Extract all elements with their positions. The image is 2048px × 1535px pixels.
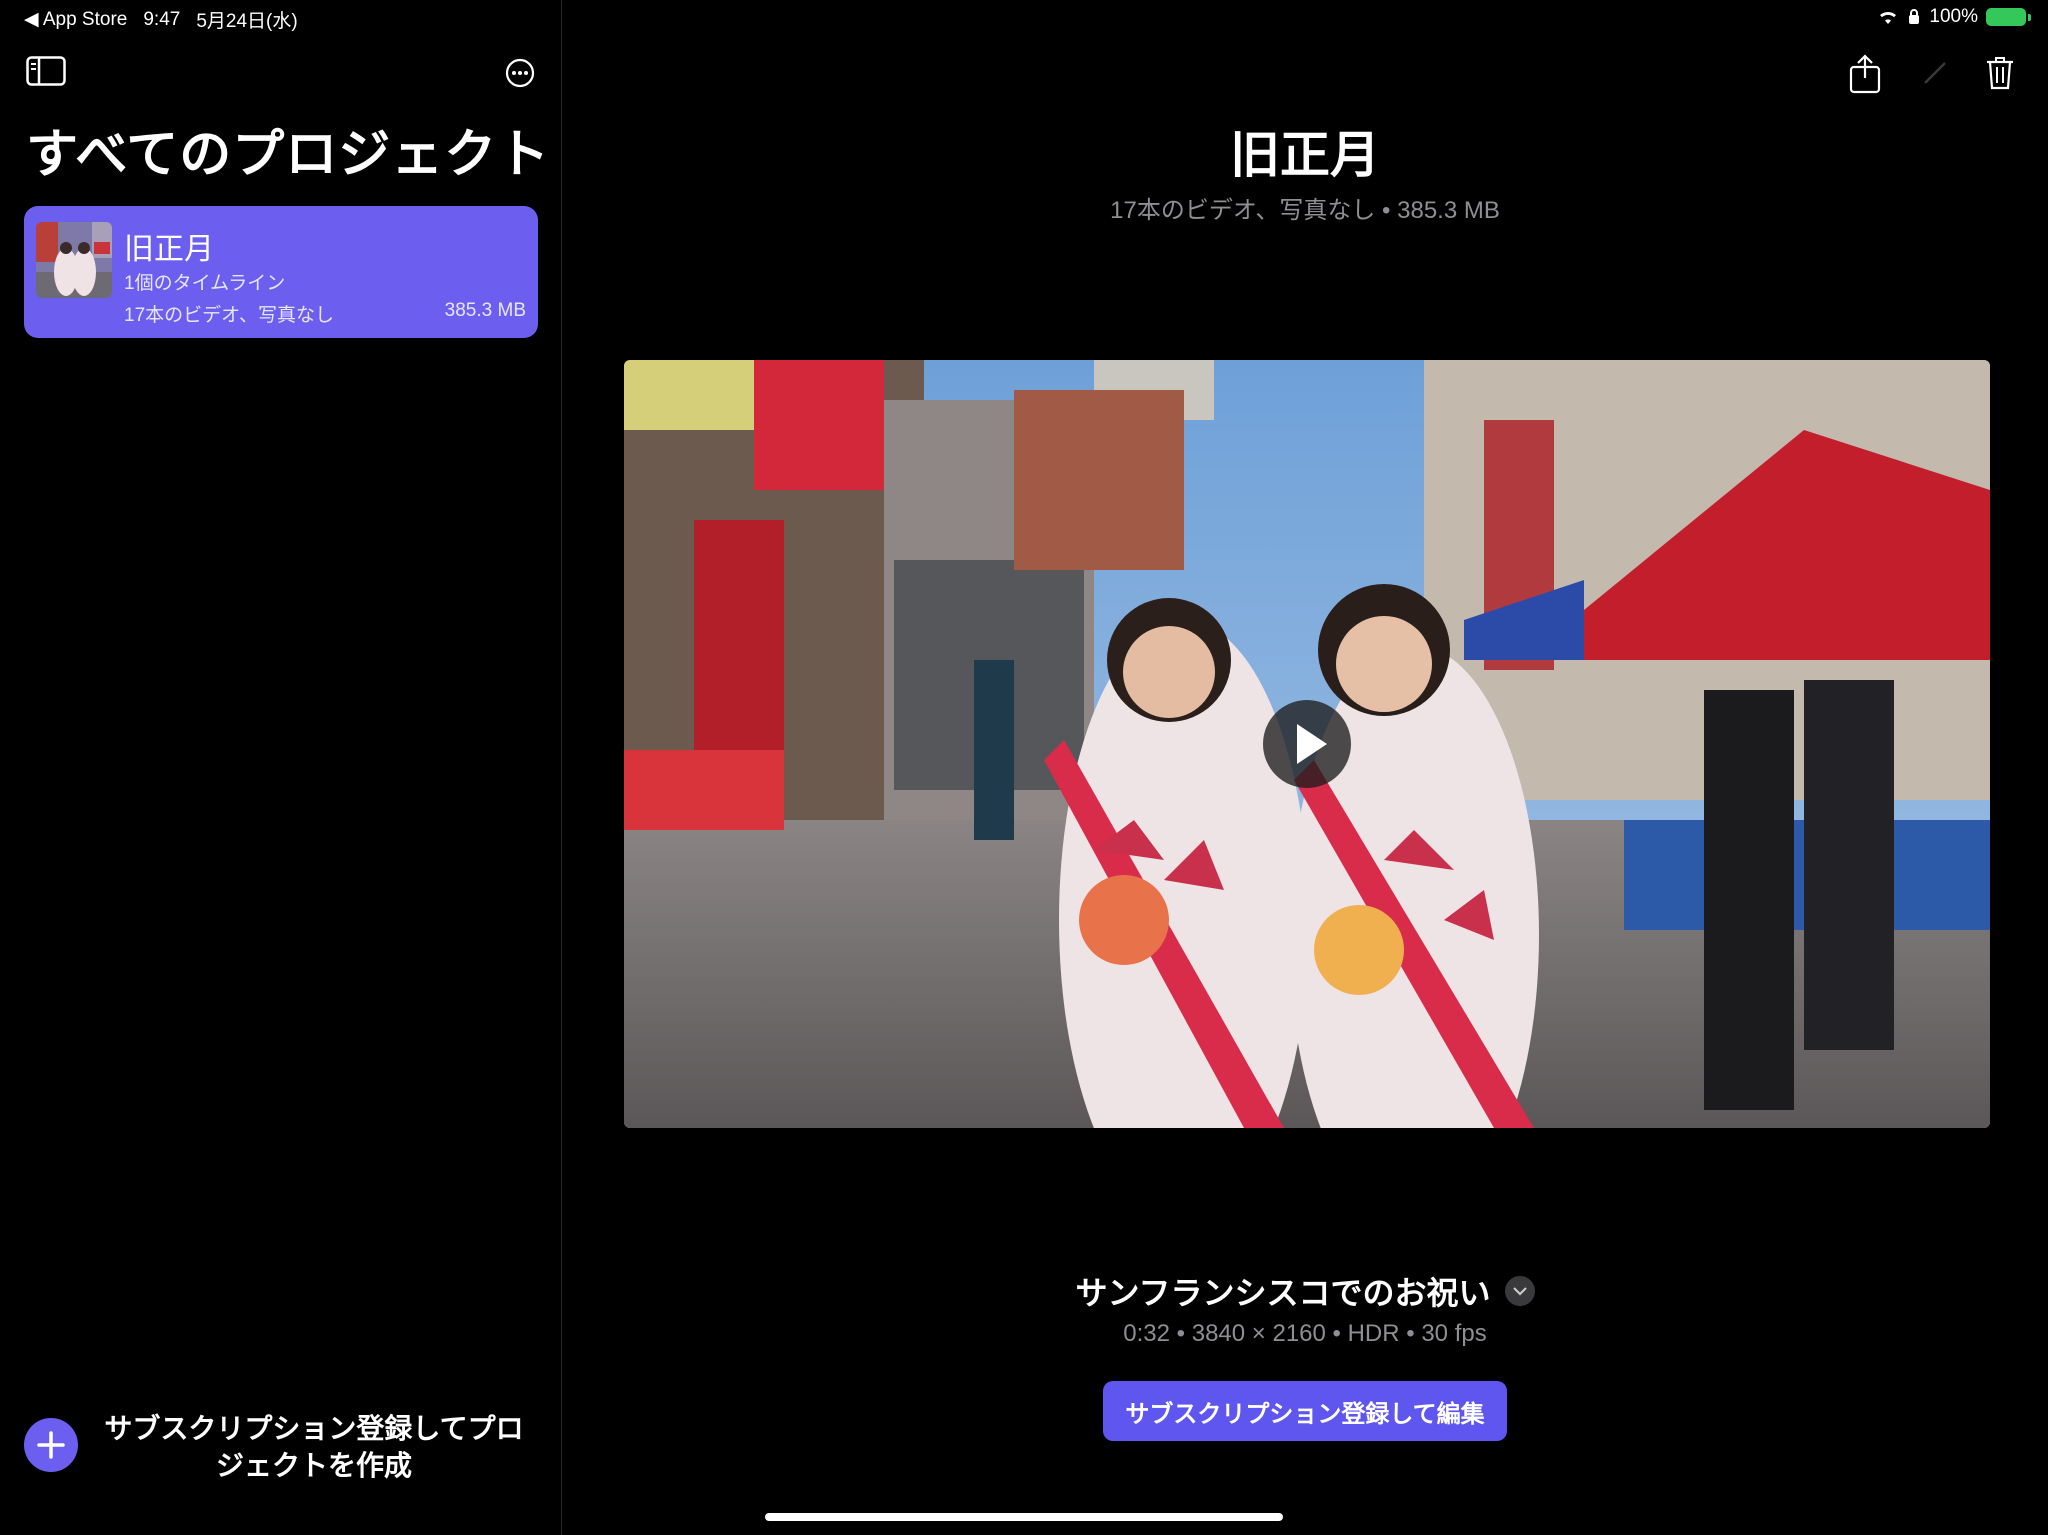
- page-title: すべてのプロジェクト: [26, 126, 551, 184]
- create-project-button[interactable]: サブスクリプション登録してプロジェクトを作成: [24, 1410, 534, 1500]
- project-size: 385.3 MB: [444, 300, 526, 321]
- project-name: 旧正月: [124, 233, 214, 266]
- sidebar: すべてのプロジェクト 旧正月 1個のタイムライン 17本のビデオ、写真なし 38…: [0, 0, 562, 1535]
- project-title: 旧正月: [1230, 127, 1380, 183]
- project-thumbnail: [36, 222, 112, 298]
- more-options-icon[interactable]: [505, 58, 535, 93]
- clip-metadata: 0:32 • 3840 × 2160 • HDR • 30 fps: [1123, 1320, 1487, 1347]
- clip-name: サンフランシスコでのお祝い: [1075, 1275, 1491, 1311]
- project-card[interactable]: 旧正月 1個のタイムライン 17本のビデオ、写真なし 385.3 MB: [24, 206, 538, 338]
- project-timelines: 1個のタイムライン: [124, 273, 286, 294]
- video-preview[interactable]: [624, 360, 1990, 1128]
- pencil-icon[interactable]: [1922, 60, 1948, 91]
- create-project-label: サブスクリプション登録してプロジェクトを作成: [104, 1413, 524, 1481]
- plus-icon: [24, 1418, 78, 1472]
- project-summary: 17本のビデオ、写真なし • 385.3 MB: [1110, 197, 1500, 224]
- share-icon[interactable]: [1848, 54, 1882, 99]
- chevron-down-icon[interactable]: [1504, 1276, 1535, 1306]
- subscribe-edit-button[interactable]: サブスクリプション登録して編集: [1103, 1381, 1507, 1441]
- project-details: 17本のビデオ、写真なし: [124, 305, 334, 326]
- home-indicator[interactable]: [765, 1513, 1283, 1521]
- play-icon: [1297, 724, 1327, 764]
- sidebar-toggle-icon[interactable]: [26, 56, 66, 91]
- clip-title-row: サンフランシスコでのお祝い: [562, 1268, 2048, 1314]
- trash-icon[interactable]: [1986, 56, 2014, 95]
- project-detail-pane: 旧正月 17本のビデオ、写真なし • 385.3 MB サンフランシスコでのお祝…: [562, 0, 2048, 1535]
- play-button[interactable]: [1263, 700, 1351, 788]
